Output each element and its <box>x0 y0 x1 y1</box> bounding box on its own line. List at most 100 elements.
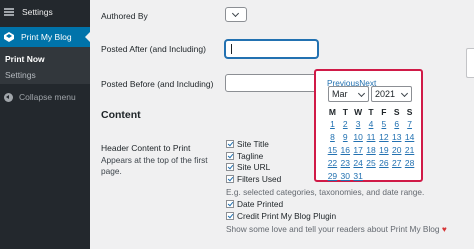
calendar-day[interactable]: 16 <box>339 144 352 157</box>
calendar-day[interactable]: 29 <box>326 170 339 183</box>
year-select-value: 2021 <box>375 89 396 99</box>
calendar-day-headers: M T W T F S S <box>326 106 416 118</box>
checkbox-label: Date Printed <box>237 199 284 209</box>
calendar-week: 1 2 3 4 5 6 7 <box>326 118 416 131</box>
check-icon <box>227 200 234 207</box>
calendar-day[interactable]: 15 <box>326 144 339 157</box>
day-header: M <box>328 107 336 117</box>
calendar-day[interactable]: 17 <box>352 144 365 157</box>
calendar-day[interactable]: 2 <box>339 118 352 131</box>
checkbox[interactable] <box>226 175 234 183</box>
calendar-week: 29 30 31 <box>326 170 416 183</box>
calendar-day <box>390 170 403 183</box>
chevron-down-icon <box>357 89 366 98</box>
calendar-day[interactable]: 3 <box>352 118 365 131</box>
calendar-day[interactable]: 13 <box>390 131 403 144</box>
checkbox-filters-used[interactable]: Filters Used <box>226 174 281 184</box>
checkbox-label: Filters Used <box>237 174 282 184</box>
day-header: S <box>406 107 413 117</box>
checkbox-site-title[interactable]: Site Title <box>226 139 269 149</box>
calendar-day[interactable]: 31 <box>352 170 365 183</box>
day-header: S <box>393 107 400 117</box>
calendar-day[interactable]: 14 <box>403 131 416 144</box>
calendar-grid: M T W T F S S 1 2 3 4 5 6 7 8 9 10 11 12… <box>326 106 416 183</box>
settings-icon <box>4 7 14 17</box>
submenu-item-print-now[interactable]: Print Now <box>5 54 45 64</box>
calendar-day[interactable]: 11 <box>365 131 378 144</box>
calendar-day <box>403 170 416 183</box>
collapse-menu-button[interactable]: Collapse menu <box>0 89 90 105</box>
calendar-day[interactable]: 9 <box>339 131 352 144</box>
header-content-description-cont: page. <box>101 166 122 176</box>
calendar-day[interactable]: 24 <box>352 157 365 170</box>
filters-help-text: E.g. selected categories, taxonomies, an… <box>226 187 425 197</box>
checkbox-label: Credit Print My Blog Plugin <box>237 211 337 221</box>
calendar-day[interactable]: 23 <box>339 157 352 170</box>
calendar-day[interactable]: 25 <box>365 157 378 170</box>
checkbox[interactable] <box>226 152 234 160</box>
submenu-item-settings[interactable]: Settings <box>5 70 36 80</box>
calendar-day[interactable]: 1 <box>326 118 339 131</box>
calendar-day[interactable]: 28 <box>403 157 416 170</box>
posted-before-label: Posted Before (and Including) <box>101 79 214 89</box>
check-icon <box>227 212 234 219</box>
calendar-day[interactable]: 20 <box>390 144 403 157</box>
sidebar-item-settings[interactable]: Settings <box>0 0 90 24</box>
calendar-day[interactable]: 19 <box>377 144 390 157</box>
calendar-day[interactable]: 6 <box>390 118 403 131</box>
calendar-day <box>365 170 378 183</box>
day-header: W <box>354 107 363 117</box>
header-content-description: Appears at the top of the first <box>101 155 208 165</box>
calendar-day[interactable]: 5 <box>377 118 390 131</box>
print-my-blog-icon <box>4 32 14 42</box>
check-icon <box>227 152 234 159</box>
admin-sidebar: Settings Print My Blog Print Now Setting… <box>0 0 90 249</box>
day-header: T <box>342 107 348 117</box>
calendar-day[interactable]: 21 <box>403 144 416 157</box>
checkbox-label: Site Title <box>237 139 269 149</box>
checkbox-date-printed[interactable]: Date Printed <box>226 199 283 209</box>
calendar-day[interactable]: 4 <box>365 118 378 131</box>
checkbox[interactable] <box>226 140 234 148</box>
calendar-week: 15 16 17 18 19 20 21 <box>326 144 416 157</box>
calendar-day[interactable]: 8 <box>326 131 339 144</box>
credit-help-label: Show some love and tell your readers abo… <box>226 224 440 234</box>
calendar-day[interactable]: 10 <box>352 131 365 144</box>
sidebar-item-print-my-blog[interactable]: Print My Blog <box>0 27 90 47</box>
checkbox-tagline[interactable]: Tagline <box>226 151 263 161</box>
checkbox[interactable] <box>226 163 234 171</box>
sidebar-item-label: Settings <box>22 7 53 17</box>
credit-help-text: Show some love and tell your readers abo… <box>226 224 447 234</box>
active-indicator-arrow <box>85 32 90 42</box>
checkbox-site-url[interactable]: Site URL <box>226 162 270 172</box>
posted-after-input[interactable] <box>225 40 318 58</box>
checkbox[interactable] <box>226 200 234 208</box>
authored-by-label: Authored By <box>101 11 148 21</box>
checkbox-label: Tagline <box>237 151 264 161</box>
calendar-day[interactable]: 18 <box>365 144 378 157</box>
collapse-icon <box>4 92 13 102</box>
checkbox[interactable] <box>226 212 234 220</box>
calendar-day[interactable]: 12 <box>377 131 390 144</box>
checkbox-credit-plugin[interactable]: Credit Print My Blog Plugin <box>226 211 336 221</box>
calendar-day[interactable]: 7 <box>403 118 416 131</box>
check-icon <box>227 175 234 182</box>
check-icon <box>227 140 234 147</box>
month-select[interactable]: Mar <box>328 86 369 102</box>
authored-by-select[interactable] <box>225 7 247 22</box>
checkbox-label: Site URL <box>237 162 271 172</box>
check-icon <box>227 163 234 170</box>
year-select[interactable]: 2021 <box>371 86 412 102</box>
calendar-day[interactable]: 22 <box>326 157 339 170</box>
panel-edge <box>466 48 474 78</box>
sidebar-submenu: Print Now Settings <box>0 47 90 84</box>
calendar-day[interactable]: 26 <box>377 157 390 170</box>
calendar-day[interactable]: 30 <box>339 170 352 183</box>
chevron-down-icon <box>231 9 240 18</box>
calendar-day[interactable]: 27 <box>390 157 403 170</box>
chevron-down-icon <box>400 89 409 98</box>
posted-before-input[interactable] <box>225 74 317 92</box>
header-content-label: Header Content to Print <box>101 143 191 153</box>
sidebar-item-label: Print My Blog <box>21 32 72 42</box>
day-header: T <box>368 107 374 117</box>
